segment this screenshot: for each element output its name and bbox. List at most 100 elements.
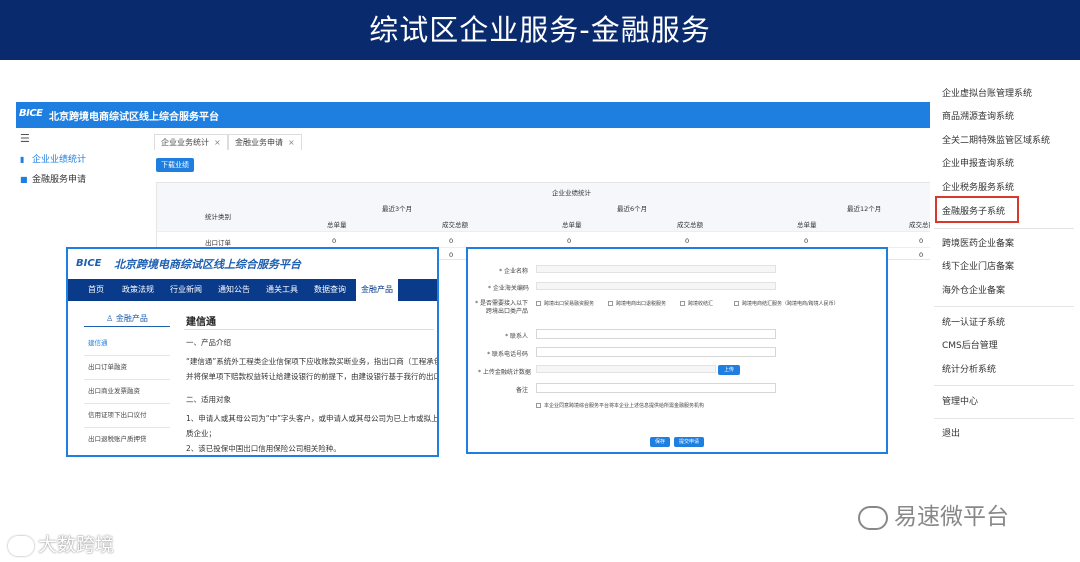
close-icon[interactable]: × [214,138,221,147]
app-title: 北京跨境电商综试区线上综合服务平台 [49,112,219,123]
tab-business-stats[interactable]: 企业业务统计 × [154,134,228,150]
menu-item-admin-center[interactable]: 管理中心 [942,394,978,407]
field-label: * 企业名称 [499,268,528,275]
system-menu: 企业虚拟台账管理系统 商品溯源查询系统 全关二期特殊监管区域系统 企业申报查询系… [930,78,1080,458]
body-text: 1、申请人或其母公司为“中”字头客户，或申请人或其母公司为已上市或拟上市的优质企 [186,414,439,423]
tab-finance-apply[interactable]: 金融业务申请 × [228,134,302,150]
portal-nav: 首页 政策法规 行业新闻 通知公告 通关工具 数据查询 金融产品 [68,279,437,301]
period-header: 最近3个月 [382,205,413,213]
agreement-checkbox[interactable]: 本企业同意跨境综合服务平台将本企业上述信息提供给所需金融服务机构 [536,402,704,409]
application-form-screenshot: * 企业名称 * 企业海关编码 * 是否需要接入以下跨境出口类产品 跨境出口贸易… [466,247,888,454]
nav-item-finance-apply[interactable]: ■ 金融服务申请 [20,172,86,185]
field-label: 备注 [515,387,528,394]
sidebar-item[interactable]: 出口退税账户质押贷 [88,433,147,443]
checkbox-option[interactable]: 跨境出口贸易融资服务 [536,300,594,307]
nav-data-query[interactable]: 数据查询 [314,284,346,295]
field-label: * 联系电话号码 [487,351,528,358]
watermark-left: 大数跨境 [8,530,114,557]
menu-item-virtual-ledger[interactable]: 企业虚拟台账管理系统 [942,86,1032,99]
app-logo: BICE [19,108,43,119]
body-text: 并将保单项下赔款权益转让给建设银行的前提下，由建设银行基于我行的出口应收账款债权 [186,372,437,381]
field-label: * 是否需要接入以下跨境出口类产品 [475,300,528,315]
watermark-logo-icon [8,535,34,556]
menu-item-offline-store[interactable]: 线下企业门店备案 [942,259,1014,272]
finance-portal-screenshot: BICE 北京跨境电商综试区线上综合服务平台 首页 政策法规 行业新闻 通知公告… [66,247,439,457]
user-icon: ♙ [106,314,116,323]
checkbox-option[interactable]: 跨境收结汇 [680,300,713,307]
menu-item-overseas-warehouse[interactable]: 海外仓企业备案 [942,283,1005,296]
nav-finance-products[interactable]: 金融产品 [356,279,398,301]
row-header: 统计类别 [205,213,231,221]
row-label: 出口订单 [205,239,231,247]
menu-item-cms-admin[interactable]: CMS后台管理 [942,338,998,351]
nav-customs-tools[interactable]: 通关工具 [266,284,298,295]
remark-input[interactable] [536,383,776,393]
portal-logo: BICE [76,258,102,269]
background-app-window: BICE 北京跨境电商综试区线上综合服务平台 A ☰ ▮企业业绩统计 ■金融服务… [16,102,947,260]
table-cell: 0 [449,251,454,259]
period-header: 最近12个月 [847,205,882,213]
menu-item-product-trace[interactable]: 商品溯源查询系统 [942,109,1014,122]
upload-button[interactable]: 上传 [718,365,740,375]
close-icon[interactable]: × [288,138,295,147]
customs-code-input[interactable] [536,282,776,290]
nav-policy[interactable]: 政策法规 [122,284,154,295]
nav-home[interactable]: 首页 [88,284,104,295]
app-topbar: BICE 北京跨境电商综试区线上综合服务平台 A [16,102,946,128]
company-name-input[interactable] [536,265,776,273]
body-text: 2、该已投保中国出口信用保险公司相关险种。 [186,444,341,453]
menu-item-declaration-query[interactable]: 企业申报查询系统 [942,156,1014,169]
hamburger-icon[interactable]: ☰ [20,132,30,145]
table-cell: 0 [332,237,337,245]
col-header: 成交总额 [442,221,468,229]
portal-title: 北京跨境电商综试区线上综合服务平台 [114,258,301,271]
download-button[interactable]: 下载业绩 [156,158,194,172]
menu-item-special-zone[interactable]: 全关二期特殊监管区域系统 [942,133,1050,146]
sidebar-item[interactable]: 出口商业发票融资 [88,385,140,395]
contact-input[interactable] [536,329,776,339]
body-text: “建信通”系统外工程类企业信保项下应收账款买断业务，指出口商（工程承包商）在中 [186,357,437,366]
field-label: * 上传金融统计数据 [478,369,531,376]
col-header: 总单量 [797,221,817,229]
field-label: * 联系人 [505,333,528,340]
checkbox-option[interactable]: 跨境电商出口退税服务 [608,300,666,307]
wechat-icon [858,505,888,530]
col-header: 成交总额 [677,221,703,229]
checkbox-option[interactable]: 跨境电商结汇服务（跨境电商/跨境人民币） [734,300,839,307]
nav-news[interactable]: 行业新闻 [170,284,202,295]
table-cell: 0 [685,237,690,245]
table-cell: 0 [919,237,924,245]
col-header: 总单量 [562,221,582,229]
sidebar-item[interactable]: 出口订单融资 [88,361,127,371]
upload-file-input[interactable] [536,365,716,373]
left-nav: ☰ ▮ 企业业绩统计 ■ 金融服务申请 [16,128,146,260]
menu-item-unified-auth[interactable]: 统一认证子系统 [942,315,1005,328]
menu-item-finance-service[interactable]: 金融服务子系统 [942,204,1005,217]
watermark-right: 易速微平台 [858,497,1009,531]
sidebar-item[interactable]: 建信通 [88,337,108,347]
menu-item-tax-service[interactable]: 企业税务服务系统 [942,180,1014,193]
table-cell: 0 [449,237,454,245]
field-label: * 企业海关编码 [488,285,529,292]
sidebar-item[interactable]: 信用证项下出口议付 [88,409,147,419]
sidebar-header: ♙ 金融产品 [84,311,170,327]
menu-item-medicine-filing[interactable]: 跨境医药企业备案 [942,236,1014,249]
table-cell: 0 [567,237,572,245]
menu-item-analytics[interactable]: 统计分析系统 [942,362,996,375]
table-cell: 0 [804,237,809,245]
nav-notice[interactable]: 通知公告 [218,284,250,295]
section-heading: 二、适用对象 [186,395,231,404]
submit-button[interactable]: 提交申请 [674,437,704,447]
table-cell: 0 [919,251,924,259]
stats-table-title: 企业业绩统计 [552,189,591,197]
body-text: 质企业； [186,429,216,438]
save-button[interactable]: 保存 [650,437,670,447]
phone-input[interactable] [536,347,776,357]
nav-item-performance-stats[interactable]: ▮ 企业业绩统计 [20,152,86,165]
menu-item-logout[interactable]: 退出 [942,426,960,439]
slide-title: 综试区企业服务-金融服务 [0,0,1080,60]
period-header: 最近6个月 [617,205,648,213]
product-sidebar: ♙ 金融产品 建信通 出口订单融资 出口商业发票融资 信用证项下出口议付 出口退… [84,311,170,455]
doc-icon: ■ [20,175,28,184]
product-title: 建信通 [186,317,216,328]
